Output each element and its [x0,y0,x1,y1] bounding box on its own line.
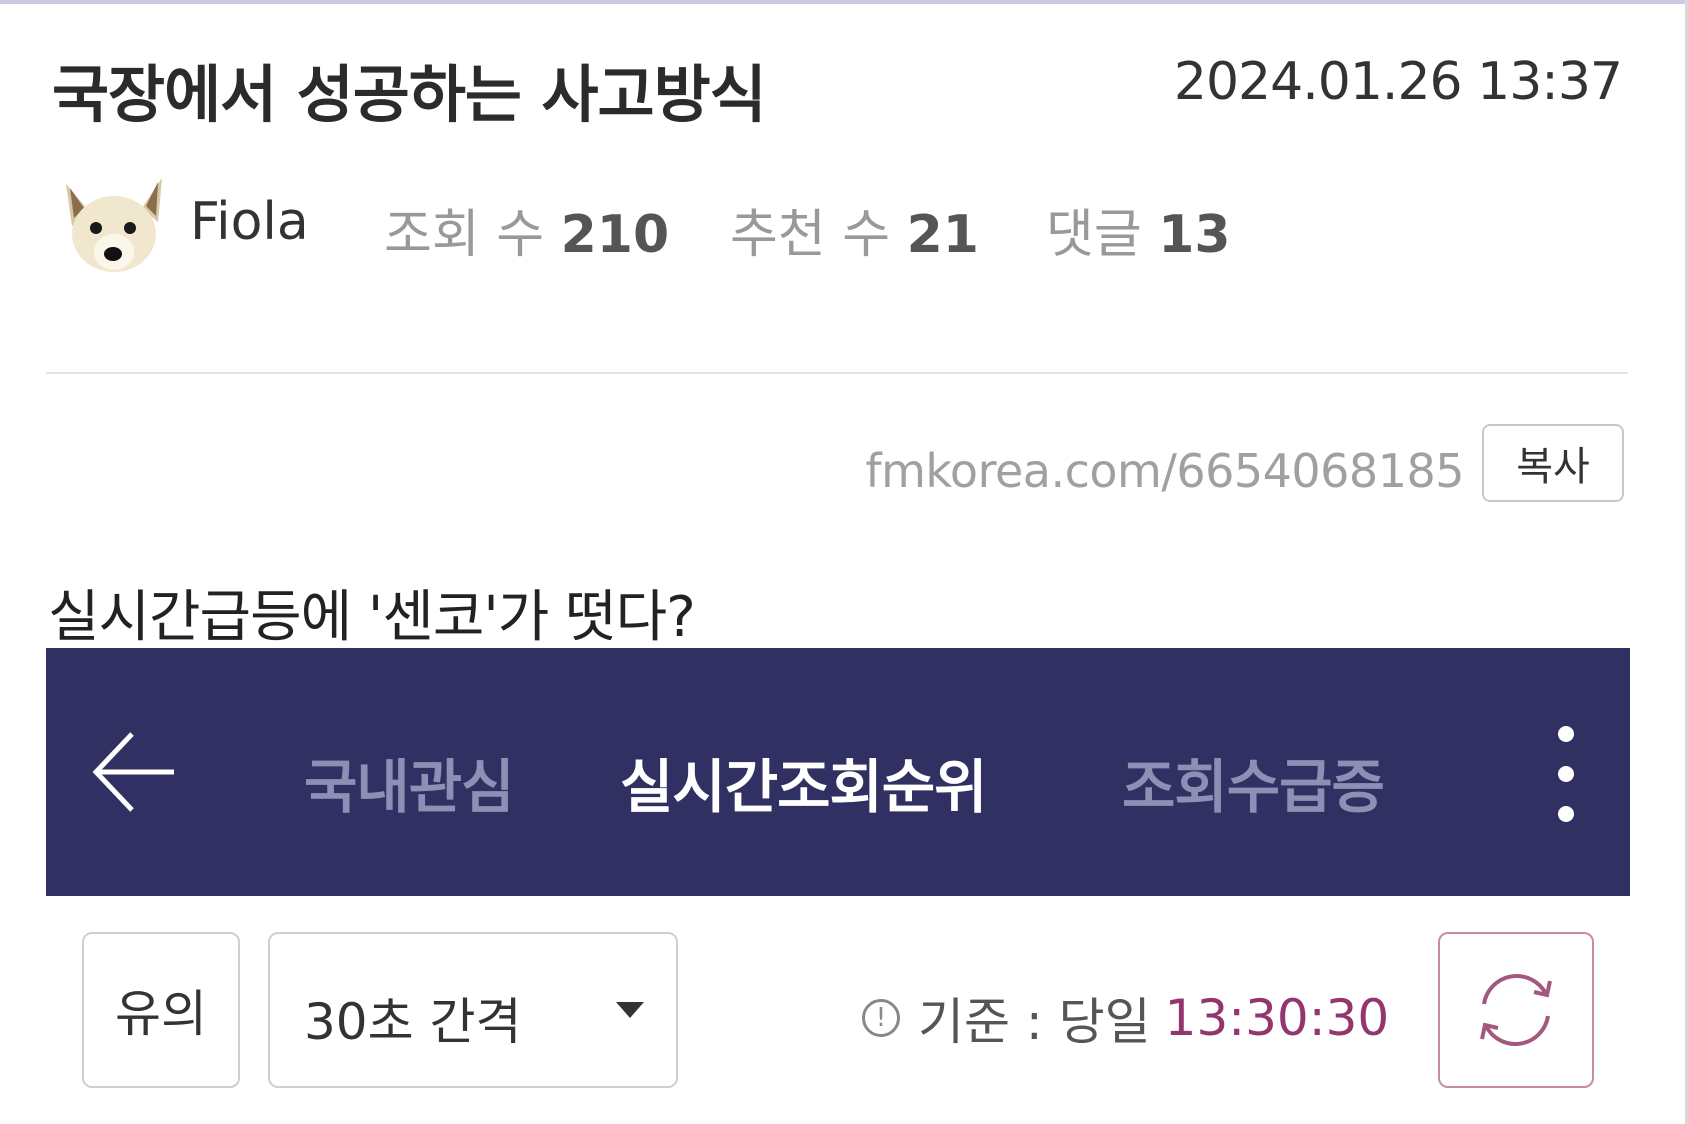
top-border [0,0,1688,4]
views-count: 210 [560,205,670,265]
info-icon: ! [862,999,900,1037]
post-datetime: 2024.01.26 13:37 [1173,52,1623,112]
refresh-button[interactable] [1438,932,1594,1088]
comments-count: 13 [1158,205,1231,265]
post-body-text: 실시간급등에 '센코'가 떳다? [48,585,696,650]
caret-down-icon [616,1002,644,1018]
post-url[interactable]: fmkorea.com/6654068185 [865,444,1464,498]
basis-time: 13:30:30 [1164,989,1390,1047]
tab-realtime-rank[interactable]: 실시간조회순위 [620,740,988,824]
comments-label: 댓글 [1046,205,1142,265]
views-label: 조회 수 [384,205,545,265]
tab-domestic-watch[interactable]: 국내관심 [304,740,514,824]
header-divider [46,372,1628,374]
refresh-icon [1480,974,1552,1046]
post-title: 국장에서 성공하는 사고방식 [52,58,767,131]
recommends-stat: 추천 수 21 [730,192,979,267]
comments-stat[interactable]: 댓글 13 [1046,192,1231,267]
interval-value: 30초 간격 [304,993,522,1051]
basis-label: 기준 : 당일 [918,993,1151,1051]
author-name[interactable]: Fiola [190,192,309,252]
recommends-label: 추천 수 [730,205,891,265]
embedded-app-header: 국내관심 실시간조회순위 조회수급증 [46,648,1630,896]
interval-select[interactable]: 30초 간격 [268,932,678,1088]
views-stat: 조회 수 210 [384,192,669,267]
basis-time-info: ! 기준 : 당일 13:30:30 [862,982,1389,1054]
caution-button[interactable]: 유의 [82,932,240,1088]
back-arrow-icon[interactable] [90,730,180,814]
recommends-count: 21 [906,205,979,265]
tab-view-surge[interactable]: 조회수급증 [1122,740,1385,824]
kebab-menu-icon[interactable] [1554,726,1578,822]
copy-url-button[interactable]: 복사 [1482,424,1624,502]
author-avatar[interactable] [58,170,170,278]
